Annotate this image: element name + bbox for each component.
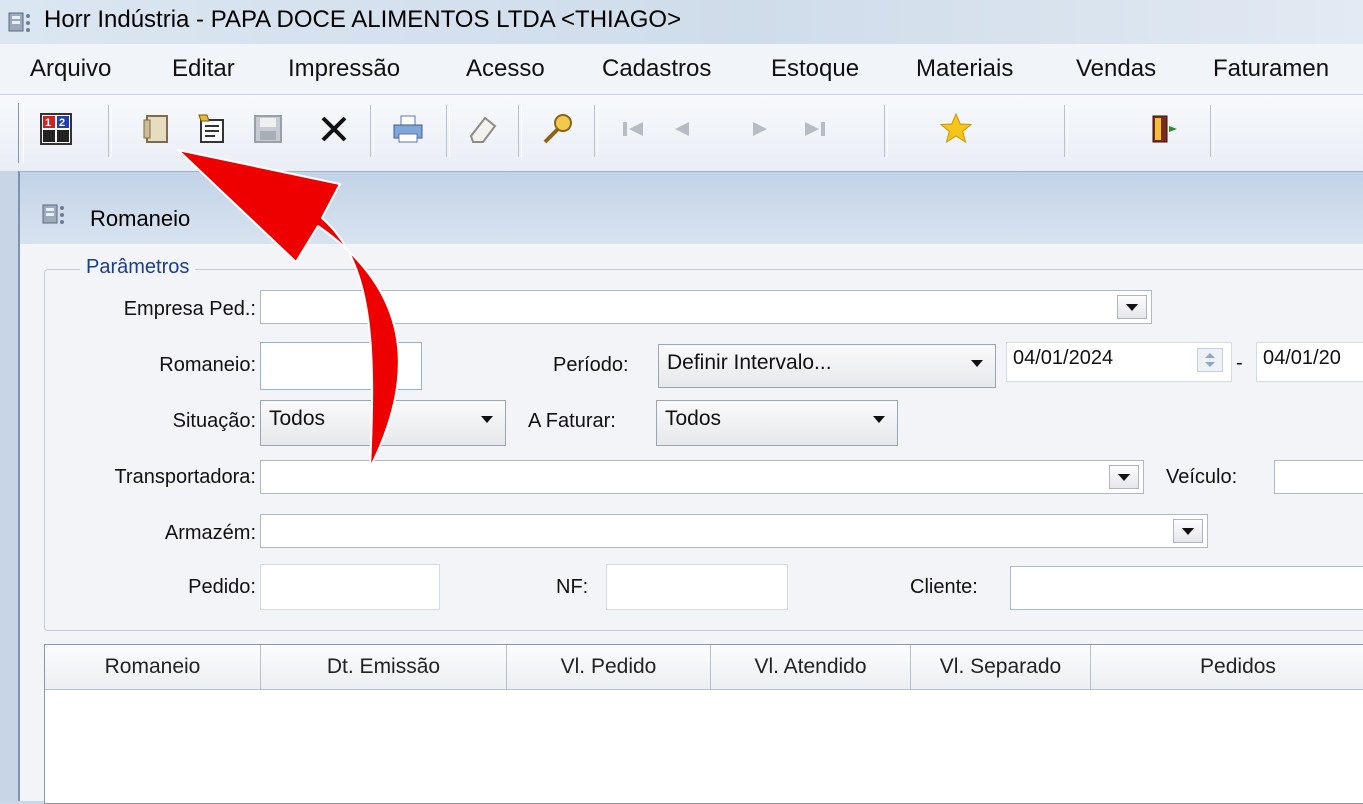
situacao-value: Todos (269, 407, 326, 430)
column-header-pedidos[interactable]: Pedidos (1091, 645, 1363, 689)
next-record-icon[interactable] (738, 107, 782, 151)
parameters-legend: Parâmetros (80, 256, 196, 279)
toolbar-separator (108, 105, 112, 157)
armazem-dropdown-button[interactable] (1173, 519, 1203, 543)
menu-materiais[interactable]: Materiais (916, 55, 1013, 83)
edit-record-icon[interactable] (190, 107, 234, 151)
delete-icon[interactable] (312, 107, 356, 151)
veiculo-label: Veículo: (1166, 466, 1238, 488)
empresa-label: Empresa Ped.: (123, 298, 256, 320)
toolbar-handle[interactable] (18, 103, 24, 163)
periodo-value: Definir Intervalo... (667, 351, 832, 374)
armazem-combobox[interactable] (260, 514, 1208, 548)
toolbar-separator (884, 105, 888, 157)
exit-door-icon[interactable] (1142, 107, 1186, 151)
pedido-label: Pedido: (188, 576, 256, 598)
last-record-icon[interactable] (792, 107, 836, 151)
a-faturar-select[interactable]: Todos (656, 400, 898, 446)
transportadora-combobox[interactable] (260, 460, 1144, 494)
favorite-star-icon[interactable] (934, 107, 978, 151)
nf-input[interactable] (606, 564, 788, 610)
calculator-icon[interactable]: 1 2 (34, 107, 78, 151)
column-header-romaneio[interactable]: Romaneio (45, 645, 261, 689)
toolbar-separator (446, 105, 450, 157)
title-bar: Horr Indústria - PAPA DOCE ALIMENTOS LTD… (0, 0, 1363, 45)
cliente-label: Cliente: (910, 576, 978, 598)
toolbar-separator (370, 105, 374, 157)
date-separator: - (1236, 352, 1243, 374)
chevron-down-icon (1126, 303, 1138, 311)
column-header-vl-atendido[interactable]: Vl. Atendido (711, 645, 911, 689)
menu-estoque[interactable]: Estoque (771, 55, 859, 83)
clear-icon[interactable] (460, 107, 504, 151)
menu-vendas[interactable]: Vendas (1076, 55, 1156, 83)
toolbar-separator (1210, 105, 1214, 157)
menu-acesso[interactable]: Acesso (466, 55, 545, 83)
menu-arquivo[interactable]: Arquivo (30, 55, 111, 83)
toolbar-separator (594, 105, 598, 157)
empresa-dropdown-button[interactable] (1117, 295, 1147, 319)
date-spinner-icon[interactable] (1197, 348, 1223, 372)
veiculo-input[interactable] (1274, 460, 1363, 494)
nf-label: NF: (556, 576, 589, 598)
situacao-select[interactable]: Todos (260, 400, 506, 446)
child-window-title: Romaneio (90, 206, 191, 231)
toolbar-separator (1064, 105, 1068, 157)
date-from-value: 04/01/2024 (1013, 347, 1114, 369)
armazem-label: Armazém: (164, 522, 256, 544)
print-icon[interactable] (386, 107, 430, 151)
a-faturar-value: Todos (665, 407, 722, 430)
date-to-input[interactable]: 04/01/20 (1256, 342, 1363, 382)
date-to-value: 04/01/20 (1263, 347, 1341, 369)
a-faturar-label: A Faturar: (528, 410, 616, 432)
column-header-dt-emissao[interactable]: Dt. Emissão (261, 645, 507, 689)
situacao-label: Situação: (172, 410, 256, 432)
save-icon[interactable] (246, 107, 290, 151)
chevron-down-icon (481, 416, 493, 423)
column-header-vl-pedido[interactable]: Vl. Pedido (507, 645, 711, 689)
svg-text:1: 1 (45, 117, 51, 129)
chevron-down-icon (1118, 473, 1130, 481)
mdi-frame-border (0, 171, 19, 801)
menu-bar: Arquivo Editar Impressão Acesso Cadastro… (0, 44, 1363, 95)
menu-impressao[interactable]: Impressão (288, 55, 400, 83)
window-title: Horr Indústria - PAPA DOCE ALIMENTOS LTD… (44, 6, 682, 33)
romaneio-label: Romaneio: (159, 354, 256, 376)
chevron-down-icon (1182, 527, 1194, 535)
chevron-down-icon (873, 416, 885, 423)
empresa-combobox[interactable] (260, 290, 1152, 324)
app-icon (8, 12, 30, 32)
previous-record-icon[interactable] (660, 107, 704, 151)
new-record-icon[interactable] (136, 107, 180, 151)
periodo-select[interactable]: Definir Intervalo... (658, 344, 996, 388)
child-title-bar: Romaneio (20, 172, 1363, 244)
toolbar-separator (518, 105, 522, 157)
transportadora-dropdown-button[interactable] (1109, 465, 1139, 489)
window-icon (42, 204, 64, 224)
grid-header: Romaneio Dt. Emissão Vl. Pedido Vl. Aten… (45, 645, 1363, 690)
first-record-icon[interactable] (612, 107, 656, 151)
periodo-label: Período: (553, 354, 629, 376)
menu-editar[interactable]: Editar (172, 55, 235, 83)
svg-text:2: 2 (59, 117, 65, 129)
column-header-vl-separado[interactable]: Vl. Separado (911, 645, 1091, 689)
menu-cadastros[interactable]: Cadastros (602, 55, 711, 83)
romaneio-grid[interactable]: Romaneio Dt. Emissão Vl. Pedido Vl. Aten… (44, 644, 1363, 804)
pedido-input[interactable] (260, 564, 440, 610)
search-icon[interactable] (536, 107, 580, 151)
romaneio-window: Romaneio Parâmetros Empresa Ped.: Romane… (18, 172, 1363, 804)
toolbar: 1 2 (0, 95, 1363, 173)
cliente-input[interactable] (1010, 566, 1363, 610)
menu-faturamento[interactable]: Faturamen (1213, 55, 1329, 83)
chevron-down-icon (971, 360, 983, 367)
romaneio-input[interactable] (260, 342, 422, 390)
date-from-input[interactable]: 04/01/2024 (1006, 342, 1232, 382)
transportadora-label: Transportadora: (114, 466, 256, 488)
